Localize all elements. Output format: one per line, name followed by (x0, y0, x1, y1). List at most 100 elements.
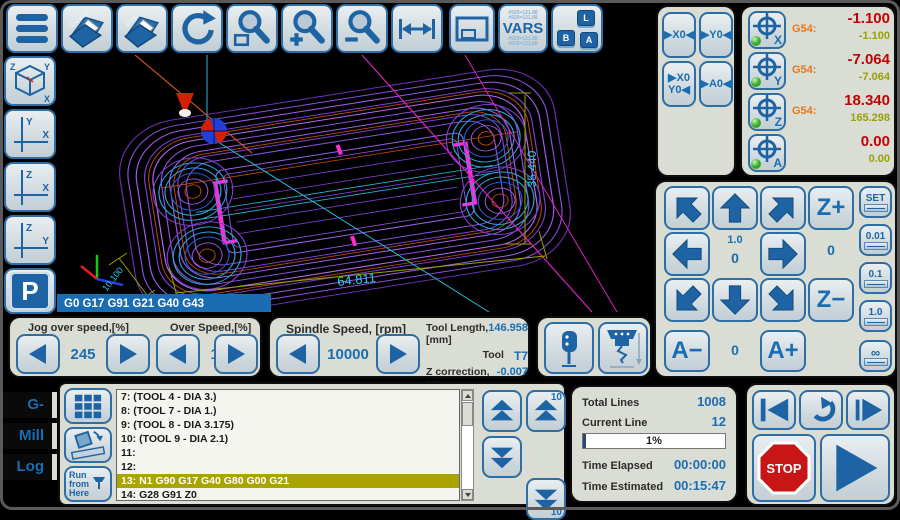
tool-length-measure-icon (602, 325, 644, 371)
iso-cube-icon: Z Y X (7, 59, 53, 103)
jog-a-position: 0 (712, 342, 758, 358)
zero-y-button[interactable]: ▶Y0◀ (699, 12, 733, 58)
fit-screen-button[interactable] (449, 4, 495, 53)
scroll-down-10-button[interactable]: 10 (526, 478, 566, 520)
step-continuous-button[interactable]: ∞ (859, 340, 892, 372)
goto-a-button[interactable]: A (748, 134, 786, 172)
tab-mill[interactable]: Mill (0, 423, 57, 449)
park-button[interactable]: P (4, 268, 56, 314)
work-coordinate: 18.340 (844, 92, 890, 109)
jog-z-plus-button[interactable]: Z+ (808, 186, 854, 230)
ruler-icon (864, 280, 888, 288)
run-from-here-button[interactable]: Run from Here (64, 466, 112, 502)
jog-down-button[interactable] (712, 278, 758, 322)
vars-button[interactable]: #929=121.88 #929=121.88 VARS #929=121.88… (498, 4, 548, 53)
offset-label: G54: (792, 64, 816, 76)
gcode-line[interactable]: 12: (117, 460, 459, 474)
goto-y-button[interactable]: Y (748, 52, 786, 90)
gcode-line[interactable]: 7: (TOOL 4 - DIA 3.) (117, 390, 459, 404)
scroll-up-button[interactable] (462, 390, 473, 401)
step-set-button[interactable]: SET (859, 186, 892, 218)
return-button[interactable] (799, 390, 843, 430)
step-001-button[interactable]: 0.01 (859, 224, 892, 256)
jog-right-button[interactable] (760, 232, 806, 276)
gcode-line[interactable]: 9: (TOOL 8 - DIA 3.175) (117, 418, 459, 432)
double-arrow-down-icon (488, 444, 516, 470)
tool-measure-button[interactable] (598, 322, 648, 374)
menu-button[interactable] (6, 4, 58, 53)
view-xy-button[interactable]: Y X (4, 109, 56, 159)
jog-up-right-button[interactable] (760, 186, 806, 230)
svg-text:X: X (42, 130, 49, 141)
jog-up-left-button[interactable] (664, 186, 710, 230)
open-gcode-button[interactable]: G-code (61, 4, 113, 53)
tab-log[interactable]: Log (0, 454, 57, 480)
jog-down-right-button[interactable] (760, 278, 806, 322)
jog-z-minus-button[interactable]: Z− (808, 278, 854, 322)
rewind-to-start-button[interactable] (752, 390, 796, 430)
refresh-view-button[interactable] (171, 4, 223, 53)
jog-a-plus-button[interactable]: A+ (760, 330, 806, 372)
svg-text:STOP: STOP (766, 461, 801, 476)
gcode-line[interactable]: 11: (117, 446, 459, 460)
zoom-window-button[interactable] (226, 4, 278, 53)
fit-width-button[interactable] (391, 4, 443, 53)
modal-state-line: G0 G17 G91 G21 G40 G43 (64, 298, 204, 310)
zero-x-button[interactable]: ▶X0◀ (662, 12, 696, 58)
ruler-icon (864, 242, 888, 250)
probe-button[interactable] (544, 322, 594, 374)
view-iso-button[interactable]: Z Y X (4, 56, 56, 106)
goto-x-button[interactable]: X (748, 11, 786, 49)
spindle-speed-up-button[interactable] (376, 334, 420, 374)
rapid-move-line (465, 55, 617, 312)
over-speed-down-button[interactable] (156, 334, 200, 374)
goto-z-button[interactable]: Z (748, 93, 786, 131)
machine-coordinate: -1.100 (859, 30, 890, 42)
virtual-keyboard-button[interactable] (64, 388, 112, 424)
arrow-right-icon (766, 237, 800, 271)
zero-xy-button[interactable]: ▶X0Y0◀ (662, 61, 696, 107)
current-line-value: 12 (712, 414, 726, 429)
toolpath-viewport[interactable]: 64.811 35.440 10.100 G0 G17 G91 G21 G40 … (57, 55, 652, 312)
jog-speed-value: 245 (62, 346, 104, 363)
over-speed-up-button[interactable] (214, 334, 258, 374)
step-01-button[interactable]: 0.1 (859, 262, 892, 294)
gcode-line-current[interactable]: 13: N1 G90 G17 G40 G80 G00 G21 (117, 474, 459, 488)
jog-a-minus-button[interactable]: A− (664, 330, 710, 372)
scroll-down-button[interactable] (462, 489, 473, 500)
gcode-listing[interactable]: 7: (TOOL 4 - DIA 3.) 8: (TOOL 7 - DIA 1.… (116, 389, 460, 501)
zero-a-button[interactable]: ▶A0◀ (699, 61, 733, 107)
gcode-scrollbar[interactable] (461, 389, 474, 501)
jog-left-button[interactable] (664, 232, 710, 276)
step-play-button[interactable] (846, 390, 890, 430)
open-dxf-button[interactable]: DXF (116, 4, 168, 53)
led-indicator (751, 118, 761, 128)
zoom-out-button[interactable] (336, 4, 388, 53)
probe-panel (536, 316, 652, 378)
keyboard-shortcuts-button[interactable]: L B A (551, 4, 603, 53)
progress-panel: Total Lines1008 Current Line12 1% Time E… (570, 385, 738, 503)
scroll-up-10-button[interactable]: 10 (526, 390, 566, 432)
step-10-button[interactable]: 1.0 (859, 300, 892, 332)
view-yz-button[interactable]: Z Y (4, 215, 56, 265)
gcode-line[interactable]: 8: (TOOL 7 - DIA 1.) (117, 404, 459, 418)
skip-to-start-icon (757, 395, 791, 425)
jog-down-left-button[interactable] (664, 278, 710, 322)
view-xz-button[interactable]: Z X (4, 162, 56, 212)
gcode-line[interactable]: 10: (TOOL 9 - DIA 2.1) (117, 432, 459, 446)
stop-button[interactable]: STOP (752, 434, 816, 502)
scrollbar-thumb[interactable] (462, 402, 473, 426)
progress-bar: 1% (582, 433, 726, 449)
zoom-in-button[interactable] (281, 4, 333, 53)
rotate-workpiece-button[interactable] (64, 427, 112, 463)
gcode-line[interactable]: 14: G28 G91 Z0 (117, 488, 459, 501)
tab-gcode[interactable]: G-code (0, 392, 57, 418)
jog-up-button[interactable] (712, 186, 758, 230)
scroll-page-down-button[interactable] (482, 436, 522, 478)
scroll-page-up-button[interactable] (482, 390, 522, 432)
jog-speed-up-button[interactable] (106, 334, 150, 374)
feed-override-panel: Jog over speed,[%] 245 Over Speed,[%] 10… (8, 316, 262, 378)
jog-speed-down-button[interactable] (16, 334, 60, 374)
start-button[interactable] (820, 434, 890, 502)
spindle-speed-down-button[interactable] (276, 334, 320, 374)
